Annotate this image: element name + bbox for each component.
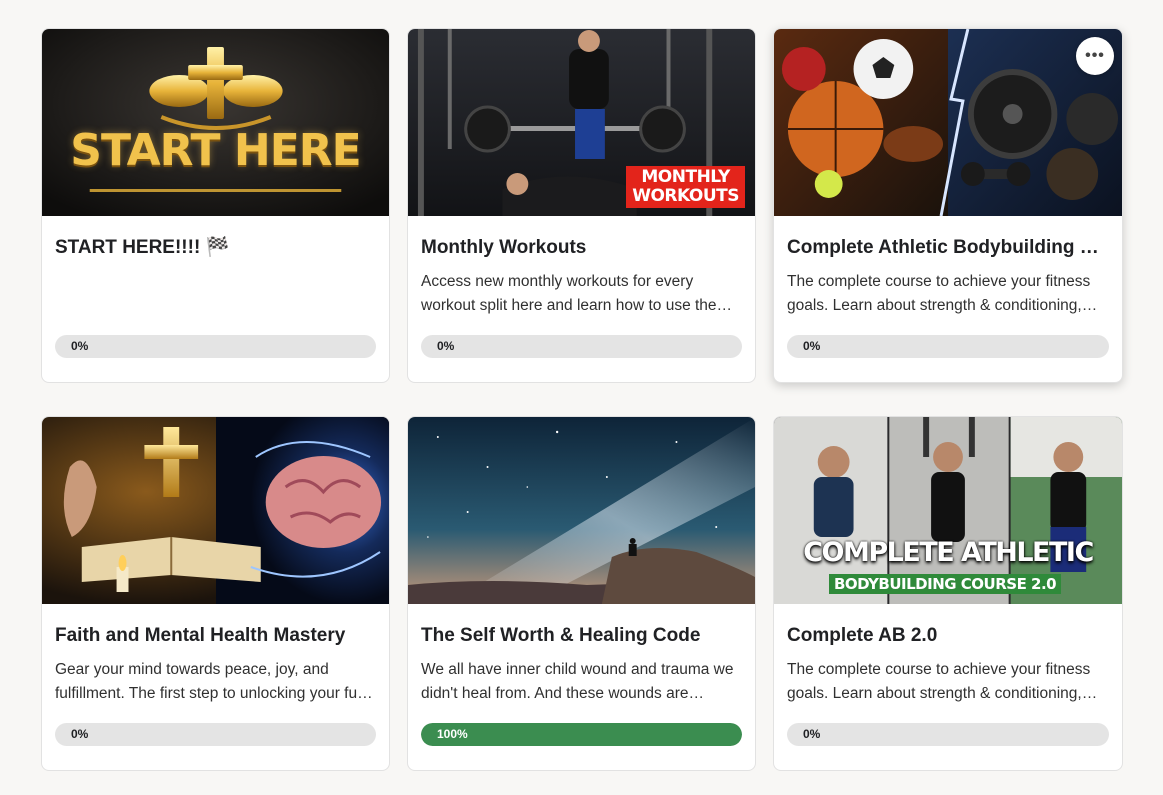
course-title: The Self Worth & Healing Code — [421, 625, 701, 646]
banner-line-1: MONTHLY — [641, 167, 730, 187]
thumbnail-title: COMPLETE ATHLETIC — [803, 537, 1094, 568]
course-card-complete-ab-2[interactable]: COMPLETE ATHLETIC BODYBUILDING COURSE 2.… — [773, 416, 1123, 771]
progress-bar: 0% — [787, 723, 1109, 746]
progress-label: 100% — [437, 727, 468, 741]
course-title: Complete Athletic Bodybuilding Course — [787, 237, 1109, 258]
thumbnail-text: START HERE — [70, 125, 361, 176]
course-description — [55, 270, 376, 318]
course-card-monthly-workouts[interactable]: MONTHLY WORKOUTS Monthly Workouts Access… — [407, 28, 756, 383]
course-description: Access new monthly workouts for every wo… — [421, 273, 717, 314]
course-thumbnail: MONTHLY WORKOUTS — [408, 29, 755, 216]
course-description: Gear your mind towards peace, joy, and f… — [55, 661, 364, 702]
course-title: Monthly Workouts — [421, 237, 587, 258]
course-description: We all have inner child wound and trauma… — [421, 661, 734, 702]
thumbnail-subtitle: BODYBUILDING COURSE 2.0 — [829, 574, 1062, 594]
progress-label: 0% — [71, 727, 89, 741]
course-thumbnail: ••• — [774, 29, 1122, 216]
progress-bar: 0% — [55, 335, 376, 358]
course-title: Complete AB 2.0 — [787, 625, 938, 646]
course-title: START HERE!!!! 🏁 — [55, 237, 230, 258]
course-thumbnail: COMPLETE ATHLETIC BODYBUILDING COURSE 2.… — [774, 417, 1122, 604]
progress-bar: 0% — [55, 723, 376, 746]
progress-bar: 100% — [421, 723, 742, 746]
course-card-complete-athletic-bodybuilding[interactable]: ••• Complete Athletic Bodybuilding Cours… — [773, 28, 1123, 383]
course-grid: START HERE START HERE!!!! 🏁 0% MONTHLY W… — [41, 28, 1123, 771]
course-card-start-here[interactable]: START HERE START HERE!!!! 🏁 0% — [41, 28, 390, 383]
course-description: The complete course to achieve your fitn… — [787, 661, 1091, 702]
course-card-self-worth-healing[interactable]: The Self Worth & Healing Code We all hav… — [407, 416, 756, 771]
progress-label: 0% — [71, 339, 89, 353]
thumbnail-banner: MONTHLY WORKOUTS — [626, 166, 745, 208]
banner-line-2: WORKOUTS — [632, 186, 739, 206]
more-options-button[interactable]: ••• — [1076, 37, 1114, 75]
progress-label: 0% — [437, 339, 455, 353]
course-title: Faith and Mental Health Mastery — [55, 625, 346, 646]
progress-label: 0% — [803, 727, 821, 741]
course-thumbnail — [42, 417, 389, 604]
progress-label: 0% — [803, 339, 821, 353]
progress-fill — [421, 723, 742, 746]
progress-bar: 0% — [787, 335, 1109, 358]
course-card-faith-mental-health[interactable]: Faith and Mental Health Mastery Gear you… — [41, 416, 390, 771]
course-thumbnail — [408, 417, 755, 604]
course-thumbnail: START HERE — [42, 29, 389, 216]
progress-bar: 0% — [421, 335, 742, 358]
course-description: The complete course to achieve your fitn… — [787, 273, 1091, 314]
